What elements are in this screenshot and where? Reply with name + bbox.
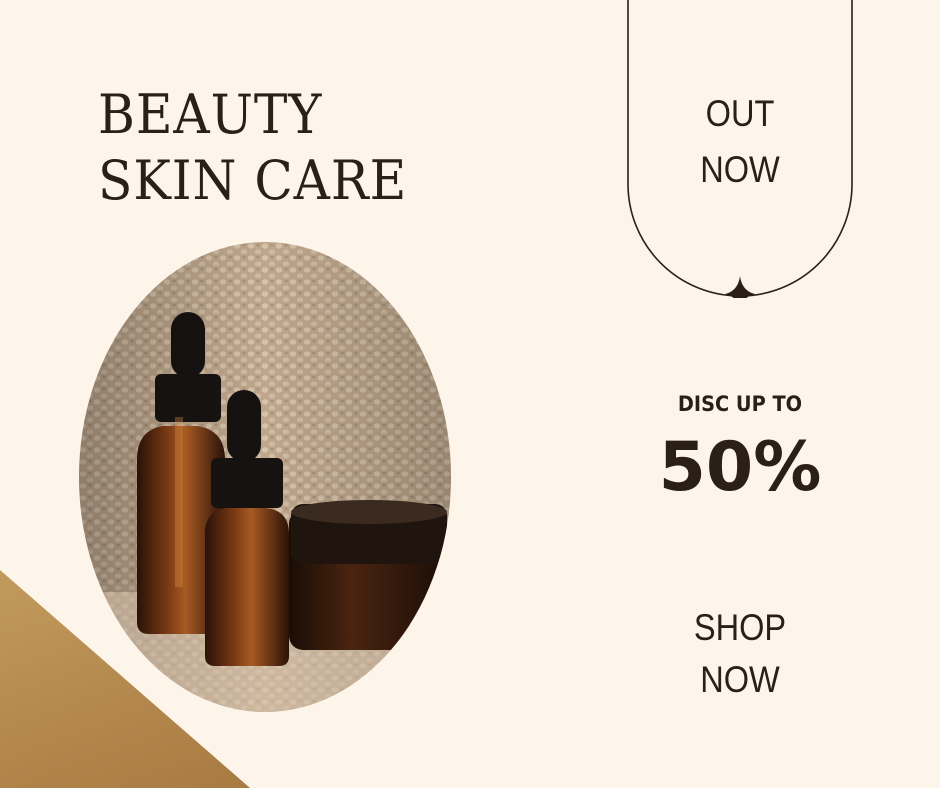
shop-now-line-2: NOW (700, 659, 780, 700)
shop-now-line-1: SHOP (693, 607, 787, 648)
cream-jar-graphic (289, 500, 447, 650)
headline: BEAUTY SKIN CARE (98, 82, 407, 214)
product-photo (79, 242, 451, 712)
headline-line-2: SKIN CARE (98, 149, 408, 212)
discount-label: DISC UP TO (677, 392, 803, 416)
sparkle-icon (725, 276, 755, 298)
badge-line-1: OUT (705, 93, 775, 134)
shop-now-button[interactable]: SHOP NOW (641, 602, 840, 706)
discount-value: 50% (658, 428, 822, 507)
badge-line-2: NOW (700, 149, 780, 190)
headline-line-1: BEAUTY (98, 83, 323, 146)
out-now-badge: OUT NOW (641, 86, 840, 198)
